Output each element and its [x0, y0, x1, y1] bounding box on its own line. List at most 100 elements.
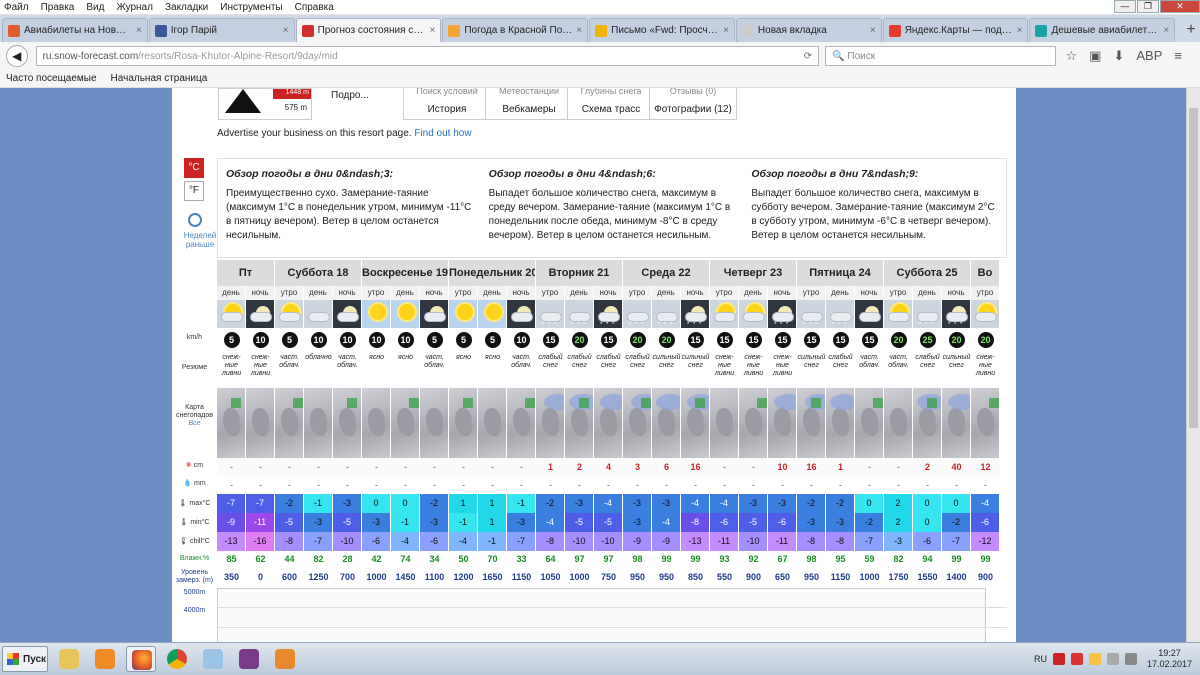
maximize-button[interactable]: ❐	[1137, 0, 1159, 13]
scrollbar[interactable]	[1186, 88, 1200, 642]
tab-close-icon[interactable]: ×	[723, 25, 729, 36]
snow-map-tile[interactable]	[884, 388, 913, 458]
celsius-button[interactable]: °C	[184, 158, 204, 178]
snow-map-tile[interactable]	[275, 388, 304, 458]
bookmark-item[interactable]: Часто посещаемые	[6, 73, 97, 84]
snow-map-tile[interactable]	[217, 388, 246, 458]
search-input[interactable]: 🔍 Поиск	[825, 46, 1056, 66]
previous-week-link[interactable]: Неделей раньше	[182, 231, 218, 249]
browser-tab[interactable]: Авиабилеты на Новый 2... ×	[2, 18, 148, 42]
snow-map-tile[interactable]	[710, 388, 739, 458]
reload-icon[interactable]: ⟳	[804, 51, 812, 62]
snow-map-tile[interactable]	[855, 388, 884, 458]
adblock-icon[interactable]: ABP	[1136, 48, 1162, 64]
snow-map-tile[interactable]	[826, 388, 855, 458]
snow-map-tile[interactable]	[942, 388, 971, 458]
resort-nav-button[interactable]: Метеостанции Вебкамеры	[485, 88, 573, 120]
resort-nav-button[interactable]: Поиск условий История	[403, 88, 491, 120]
browser-tab[interactable]: Яндекс.Карты — подро... ×	[882, 18, 1029, 42]
menu-item[interactable]: Закладки	[165, 2, 208, 13]
menu-icon[interactable]: ≡	[1174, 48, 1182, 64]
browser-tab[interactable]: Дешевые авиабилеты М... ×	[1029, 18, 1176, 42]
snow-map-tile[interactable]	[739, 388, 768, 458]
wind-cell: 5	[478, 328, 507, 352]
browser-tab[interactable]: Ігор Парій ×	[148, 18, 295, 42]
back-button[interactable]: ◀	[6, 45, 28, 67]
pdf-taskbar-icon[interactable]	[270, 646, 300, 672]
map-land-shape	[803, 408, 821, 436]
snow-map-tile[interactable]	[565, 388, 594, 458]
browser-tab[interactable]: Прогноз состояния снег... ×	[295, 18, 442, 42]
tab-close-icon[interactable]: ×	[136, 25, 142, 36]
winrar-taskbar-icon[interactable]	[234, 646, 264, 672]
bookmark-item[interactable]: Начальная страница	[111, 73, 208, 84]
row-label-alt1: 5000m	[172, 589, 217, 597]
menu-item[interactable]: Справка	[295, 2, 334, 13]
tab-close-icon[interactable]: ×	[1163, 25, 1169, 36]
snow-map-tile[interactable]	[246, 388, 275, 458]
weather-icon	[478, 300, 507, 328]
paint-taskbar-icon[interactable]	[198, 646, 228, 672]
firefox-taskbar-icon[interactable]	[126, 646, 156, 672]
language-indicator[interactable]: RU	[1034, 654, 1047, 664]
snow-map-tile[interactable]	[594, 388, 623, 458]
advert-link[interactable]: Find out how	[414, 128, 471, 139]
explorer-taskbar-icon[interactable]	[54, 646, 84, 672]
snow-map-tile[interactable]	[507, 388, 536, 458]
download-icon[interactable]: ⬇	[1113, 48, 1124, 64]
weather-icon: * * *	[942, 300, 971, 328]
reader-icon[interactable]: ▣	[1089, 48, 1101, 64]
media-player-taskbar-icon[interactable]	[90, 646, 120, 672]
snow-map-tile[interactable]	[391, 388, 420, 458]
tab-close-icon[interactable]: ×	[283, 25, 289, 36]
snow-map-tile[interactable]	[304, 388, 333, 458]
menu-item[interactable]: Вид	[86, 2, 104, 13]
url-bar[interactable]: ru.snow-forecast.com /resorts/Rosa-Khuto…	[35, 46, 820, 66]
more-link[interactable]: Подро...	[331, 90, 369, 101]
snow-map-tile[interactable]	[362, 388, 391, 458]
resort-nav-button[interactable]: Отзывы (0) Фотографии (12)	[649, 88, 737, 120]
close-window-button[interactable]: ✕	[1160, 0, 1200, 13]
min-temp: -3	[507, 513, 536, 532]
clock-icon[interactable]	[188, 213, 202, 227]
row-label-map_link[interactable]: Все	[172, 420, 217, 428]
menu-item[interactable]: Журнал	[116, 2, 153, 13]
minimize-button[interactable]: —	[1114, 0, 1136, 13]
snow-map-tile[interactable]	[797, 388, 826, 458]
snow-map-tile[interactable]	[536, 388, 565, 458]
snow-map-tile[interactable]	[420, 388, 449, 458]
tab-close-icon[interactable]: ×	[576, 25, 582, 36]
network-tray-icon[interactable]	[1106, 653, 1119, 665]
volume-tray-icon[interactable]	[1124, 653, 1137, 665]
snow-map-tile[interactable]	[623, 388, 652, 458]
menu-item[interactable]: Файл	[4, 2, 29, 13]
browser-tab[interactable]: Письмо «Fwd: Просчет п... ×	[589, 18, 735, 42]
snow-map-tile[interactable]	[971, 388, 1000, 458]
browser-tab[interactable]: Погода в Красной Поля... ×	[442, 18, 589, 42]
altitude-chart	[217, 588, 1007, 642]
flash-tray-icon[interactable]	[1070, 653, 1083, 665]
tab-close-icon[interactable]: ×	[870, 25, 876, 36]
flag-tray-icon[interactable]	[1088, 653, 1101, 665]
new-tab-button[interactable]: +	[1182, 20, 1200, 42]
bookmark-star-icon[interactable]: ☆	[1066, 48, 1078, 64]
scrollbar-thumb[interactable]	[1189, 108, 1198, 428]
snow-map-tile[interactable]	[449, 388, 478, 458]
snow-map-tile[interactable]	[333, 388, 362, 458]
acrobat-tray-icon[interactable]	[1052, 653, 1065, 665]
snow-map-tile[interactable]	[913, 388, 942, 458]
snow-map-tile[interactable]	[478, 388, 507, 458]
start-button[interactable]: Пуск	[2, 646, 48, 672]
tab-close-icon[interactable]: ×	[430, 25, 436, 36]
browser-tab[interactable]: Новая вкладка ×	[735, 18, 882, 42]
tab-close-icon[interactable]: ×	[1017, 25, 1023, 36]
fahrenheit-button[interactable]: °F	[184, 181, 204, 201]
snow-map-tile[interactable]	[768, 388, 797, 458]
menu-item[interactable]: Правка	[41, 2, 75, 13]
chrome-taskbar-icon[interactable]	[162, 646, 192, 672]
resort-nav-button[interactable]: Глубины снега Схема трасс	[567, 88, 655, 120]
snow-map-tile[interactable]	[652, 388, 681, 458]
snow-map-tile[interactable]	[681, 388, 710, 458]
clock[interactable]: 19:27 17.02.2017	[1147, 648, 1192, 670]
menu-item[interactable]: Инструменты	[220, 2, 282, 13]
